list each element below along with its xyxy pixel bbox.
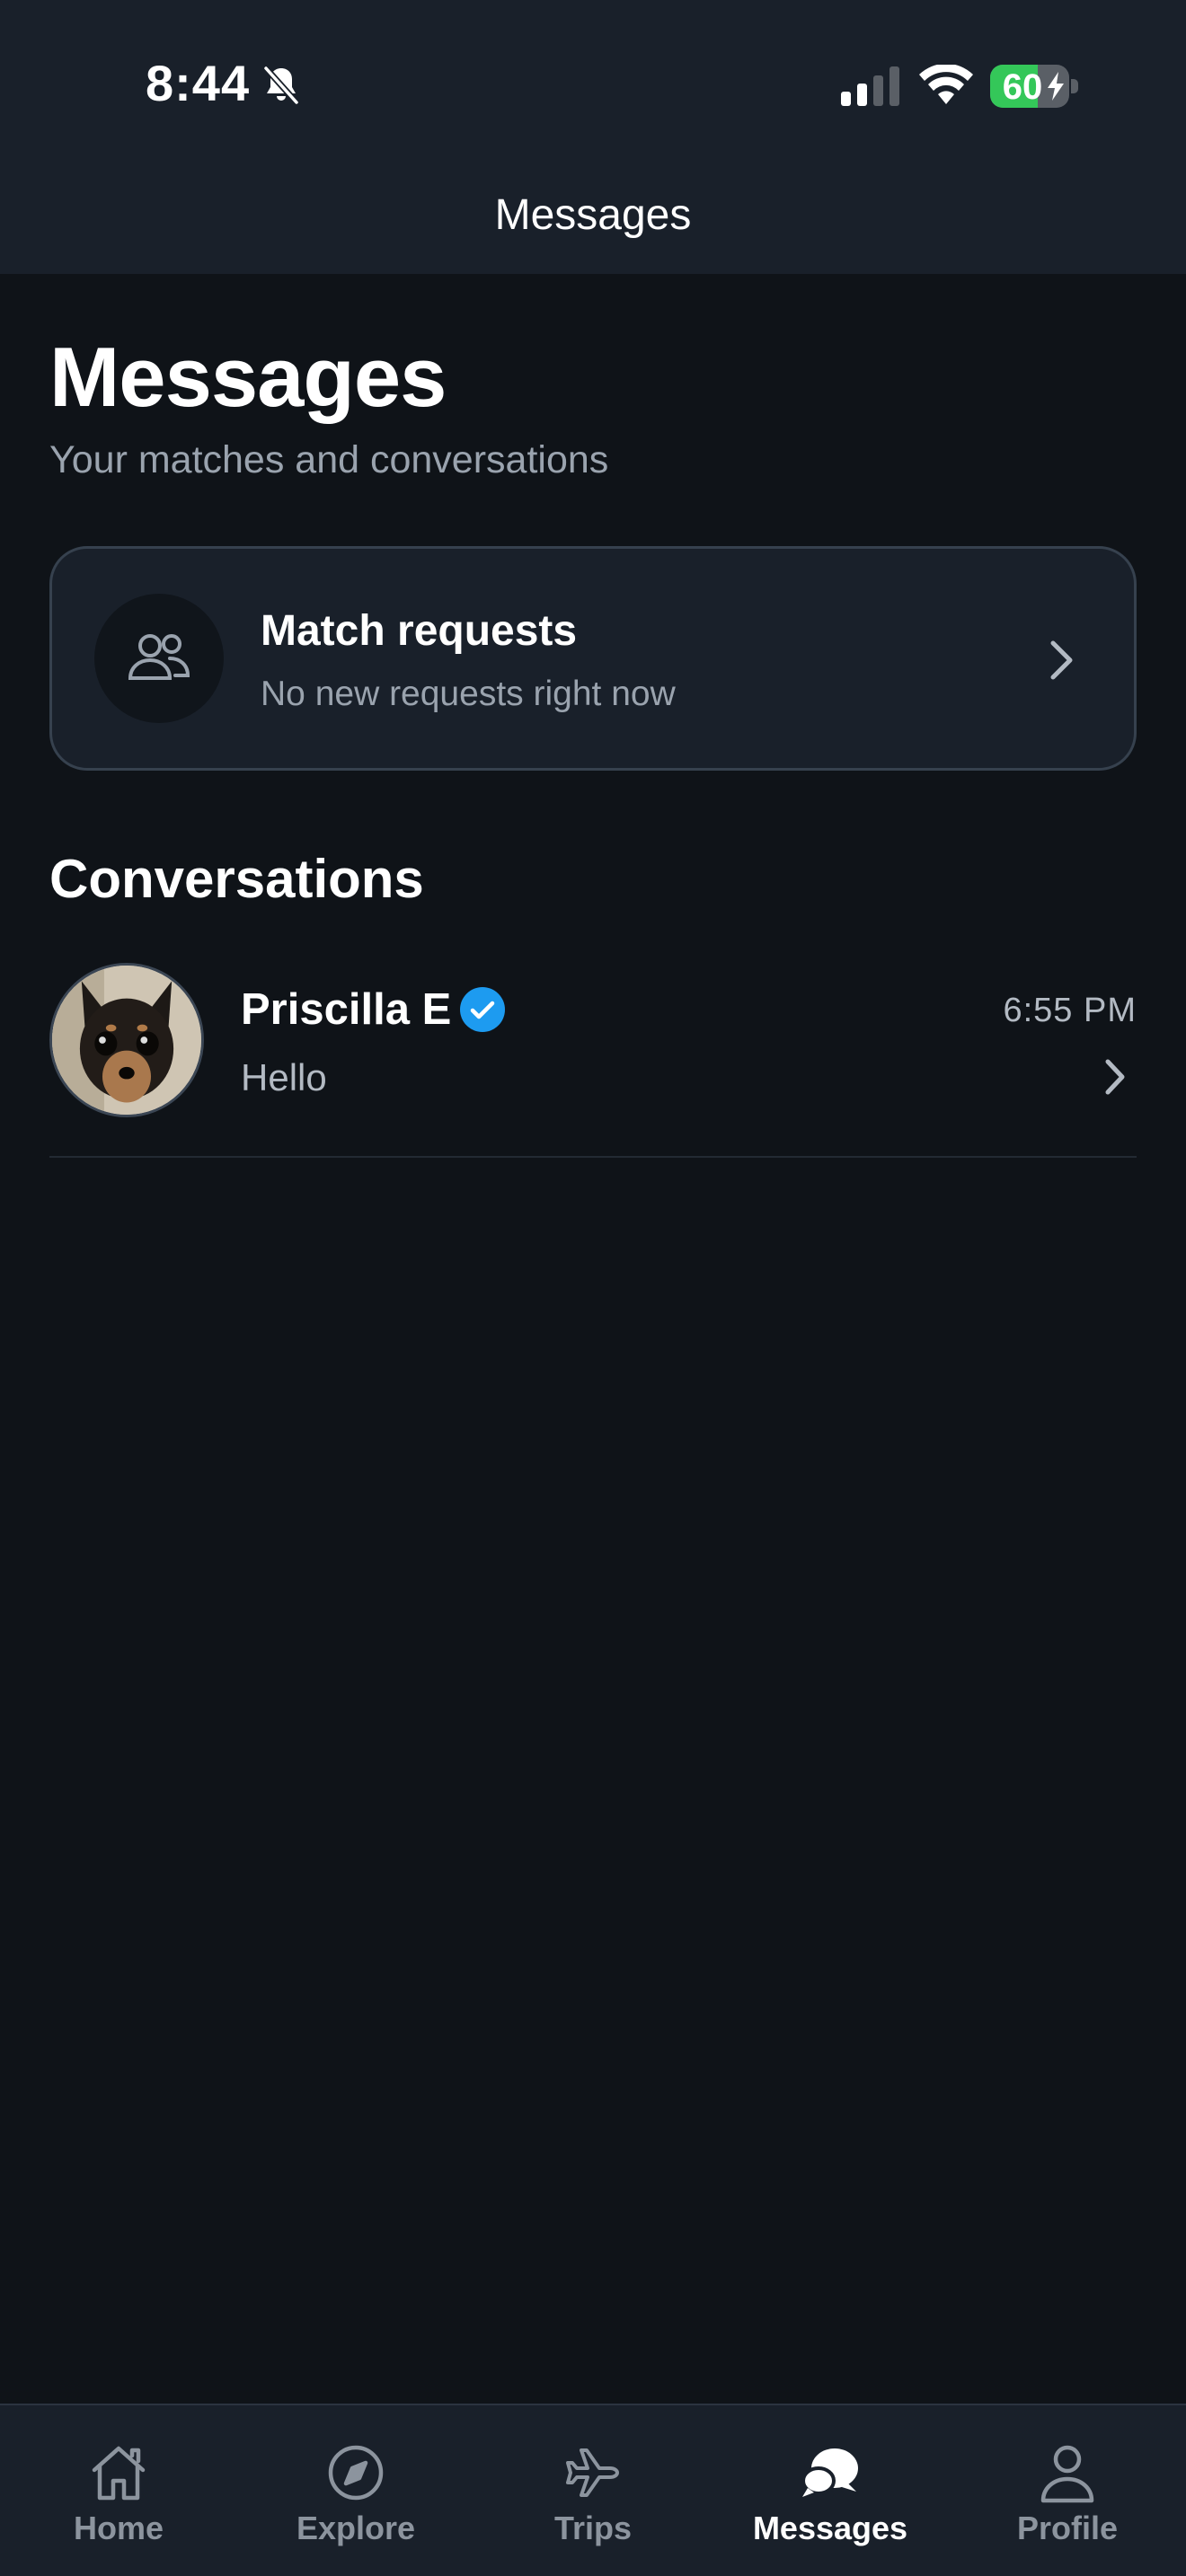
verified-badge-icon (460, 987, 505, 1032)
signal-icon (841, 66, 899, 106)
message-preview: Hello (241, 1056, 327, 1098)
compass-icon (328, 2445, 384, 2501)
contact-name: Priscilla E (241, 985, 452, 1034)
bell-slash-icon (263, 66, 299, 105)
dog-photo (52, 966, 201, 1115)
match-icon-circle (94, 594, 224, 723)
tab-messages[interactable]: Messages (712, 2405, 949, 2576)
messages-screen: 8:44 60 Messages Messages Your matches a… (0, 0, 1186, 2576)
people-icon (128, 634, 190, 680)
bolt-icon (1048, 72, 1064, 101)
battery-charging-icon: 60 (990, 65, 1080, 108)
tab-explore[interactable]: Explore (237, 2405, 474, 2576)
tab-profile[interactable]: Profile (949, 2405, 1186, 2576)
message-time: 6:55 PM (1003, 992, 1137, 1029)
avatar (49, 963, 204, 1117)
top-bar: 8:44 60 Messages (0, 0, 1186, 274)
page-subtitle: Your matches and conversations (49, 438, 609, 481)
match-requests-title: Match requests (261, 607, 578, 655)
airplane-icon (566, 2448, 619, 2497)
chevron-right-icon (1050, 640, 1073, 680)
status-time: 8:44 (146, 55, 251, 111)
tab-bar: Home Explore Trips Messages Profile (0, 2404, 1186, 2576)
match-requests-card[interactable]: Match requests No new requests right now (49, 546, 1137, 771)
home-icon (92, 2446, 146, 2501)
battery-percent: 60 (1002, 67, 1043, 107)
page-title: Messages (49, 330, 447, 424)
conversations-heading: Conversations (49, 849, 424, 909)
chevron-right-icon (1105, 1059, 1125, 1095)
conversation-row[interactable]: Priscilla E Hello 6:55 PM (49, 963, 1137, 1158)
nav-title: Messages (494, 191, 692, 239)
tab-home[interactable]: Home (0, 2405, 237, 2576)
match-requests-subtitle: No new requests right now (261, 675, 676, 713)
person-icon (1040, 2445, 1094, 2503)
wifi-icon (919, 65, 973, 104)
tab-trips[interactable]: Trips (474, 2405, 712, 2576)
chat-bubbles-icon (801, 2448, 858, 2497)
